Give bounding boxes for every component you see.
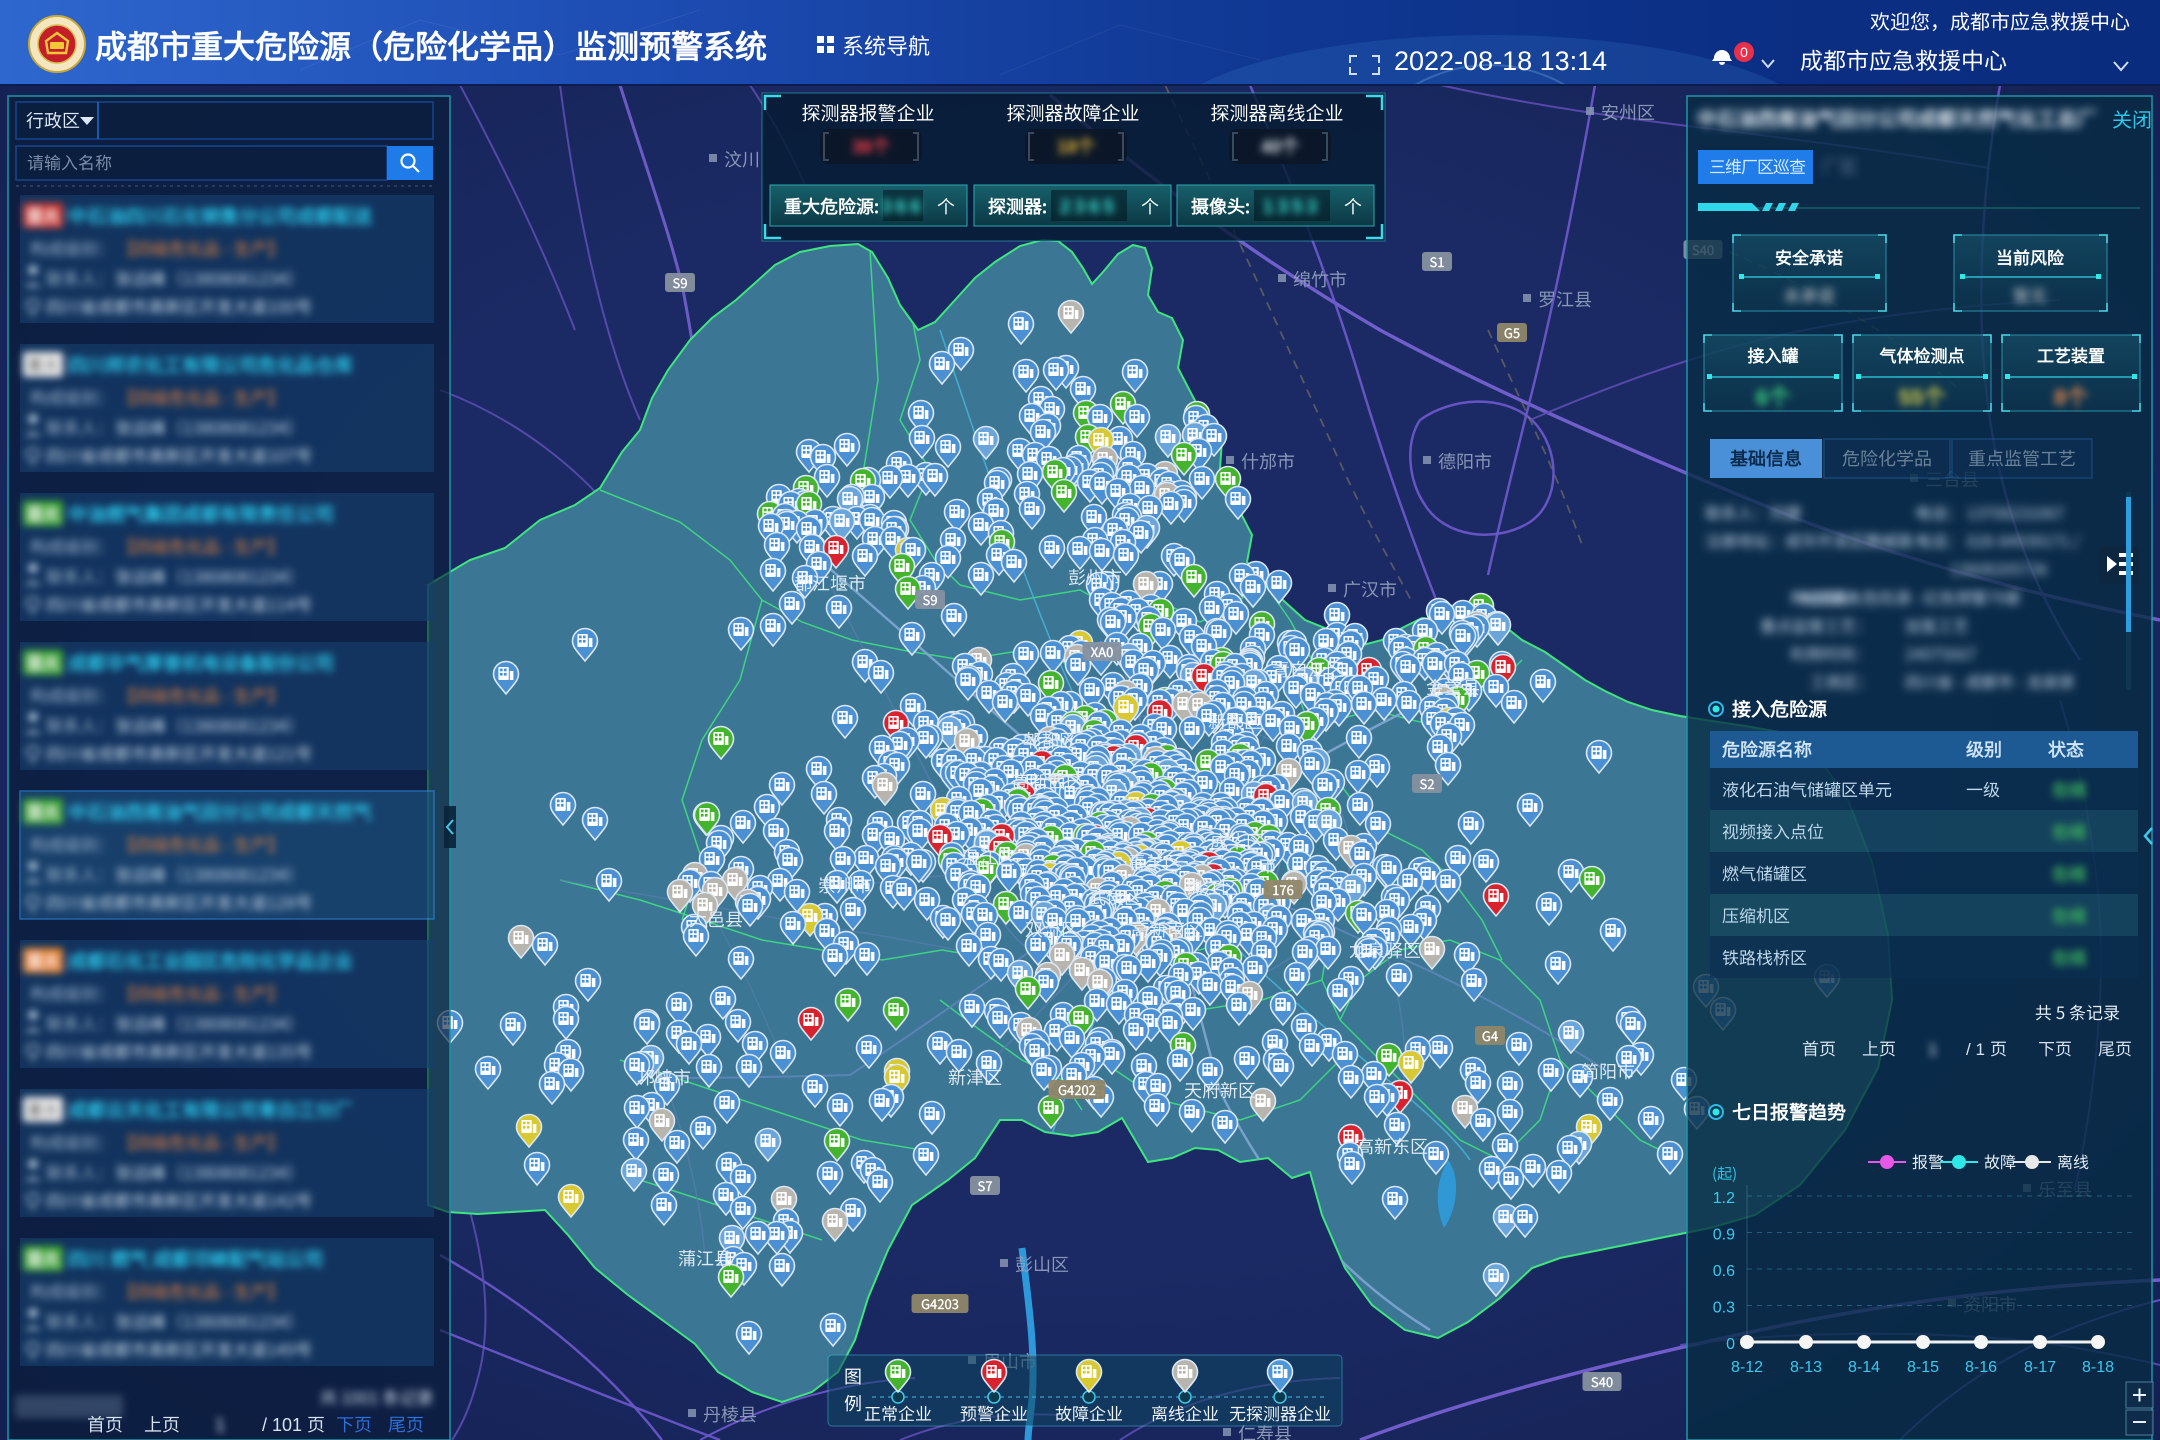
svg-text:366: 366 bbox=[881, 197, 925, 218]
svg-text:0.3: 0.3 bbox=[1713, 1300, 1735, 1317]
svg-text:1: 1 bbox=[1928, 1040, 1937, 1059]
svg-text:0.9: 0.9 bbox=[1713, 1227, 1735, 1244]
svg-text:/ 101: / 101 bbox=[262, 1415, 302, 1435]
svg-text:0.6: 0.6 bbox=[1713, 1263, 1735, 1280]
svg-text:8-18: 8-18 bbox=[2082, 1359, 2114, 1376]
svg-text:0: 0 bbox=[1740, 44, 1748, 60]
svg-text:18个: 18个 bbox=[1057, 136, 1096, 157]
svg-text:55个: 55个 bbox=[1899, 385, 1946, 410]
svg-text:8-14: 8-14 bbox=[1848, 1359, 1880, 1376]
svg-text:8-17: 8-17 bbox=[2024, 1359, 2056, 1376]
svg-text:1: 1 bbox=[215, 1415, 225, 1435]
svg-text:0: 0 bbox=[1726, 1336, 1735, 1353]
svg-text:8-12: 8-12 bbox=[1731, 1359, 1763, 1376]
svg-text:1.2: 1.2 bbox=[1713, 1190, 1735, 1207]
svg-text:36个: 36个 bbox=[852, 136, 891, 157]
svg-text:8-15: 8-15 bbox=[1907, 1359, 1939, 1376]
svg-text:8-16: 8-16 bbox=[1965, 1359, 1997, 1376]
svg-text:2365: 2365 bbox=[1060, 197, 1118, 218]
svg-text:40个: 40个 bbox=[1261, 136, 1300, 157]
svg-text:8个: 8个 bbox=[2054, 385, 2089, 410]
svg-text:1353: 1353 bbox=[1263, 197, 1321, 218]
svg-text:8-13: 8-13 bbox=[1790, 1359, 1822, 1376]
svg-text:2022-08-18 13:14: 2022-08-18 13:14 bbox=[1394, 46, 1607, 76]
svg-text:6个: 6个 bbox=[1756, 385, 1791, 410]
svg-text:/ 1: / 1 bbox=[1966, 1040, 1985, 1059]
